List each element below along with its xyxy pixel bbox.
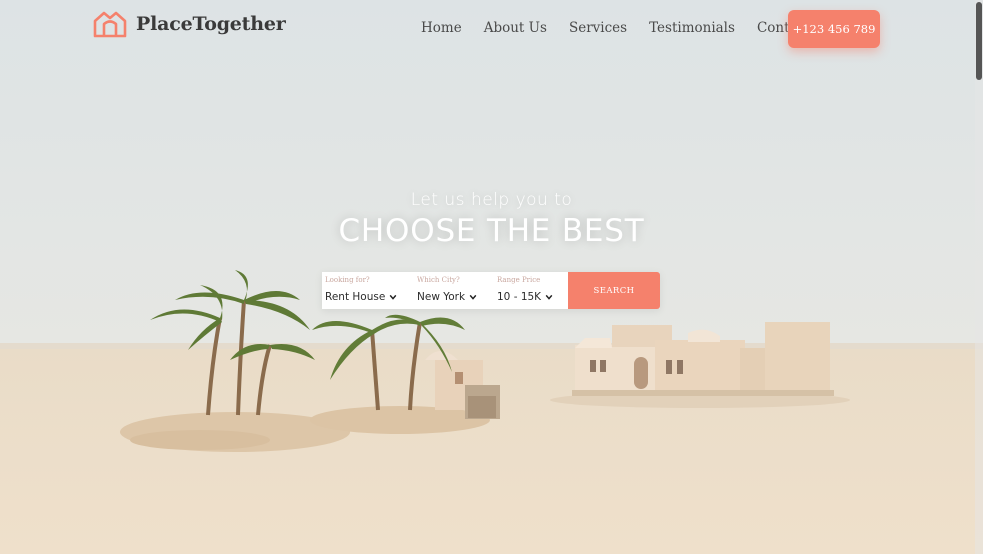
price-range-value[interactable]: 10 - 15K	[497, 291, 553, 303]
city-select[interactable]: Which City? New York	[414, 272, 494, 309]
chevron-down-icon	[389, 294, 397, 300]
price-range-value-text: 10 - 15K	[497, 291, 542, 303]
looking-for-label: Looking for?	[325, 276, 370, 284]
city-value[interactable]: New York	[417, 291, 477, 303]
nav-about-us[interactable]: About Us	[484, 20, 547, 36]
house-logo-icon	[93, 11, 127, 38]
nav-testimonials[interactable]: Testimonials	[649, 20, 735, 36]
hero-subtitle: Let us help you to	[410, 190, 573, 210]
hero-title: CHOOSE THE BEST	[338, 213, 645, 249]
scrollbar-thumb[interactable]	[976, 2, 982, 80]
phone-button[interactable]: +123 456 789	[788, 10, 880, 48]
nav-home[interactable]: Home	[421, 20, 462, 36]
chevron-down-icon	[469, 294, 477, 300]
nav-services[interactable]: Services	[569, 20, 627, 36]
city-value-text: New York	[417, 291, 466, 303]
navbar: PlaceTogether Home About Us Services Tes…	[0, 0, 983, 58]
city-label: Which City?	[417, 276, 460, 284]
brand-name: PlaceTogether	[136, 13, 286, 35]
looking-for-value[interactable]: Rent House	[325, 291, 397, 303]
search-bar: Looking for? Rent House Which City? New …	[322, 272, 660, 309]
search-button[interactable]: SEARCH	[568, 272, 660, 309]
chevron-down-icon	[545, 294, 553, 300]
looking-for-select[interactable]: Looking for? Rent House	[322, 272, 414, 309]
looking-for-value-text: Rent House	[325, 291, 386, 303]
landing-page: PlaceTogether Home About Us Services Tes…	[0, 0, 983, 554]
page-scrollbar[interactable]	[975, 0, 983, 554]
price-range-select[interactable]: Range Price 10 - 15K	[494, 272, 568, 309]
main-menu: Home About Us Services Testimonials Cont…	[421, 20, 833, 36]
price-range-label: Range Price	[497, 276, 541, 284]
logo[interactable]: PlaceTogether	[92, 10, 286, 38]
